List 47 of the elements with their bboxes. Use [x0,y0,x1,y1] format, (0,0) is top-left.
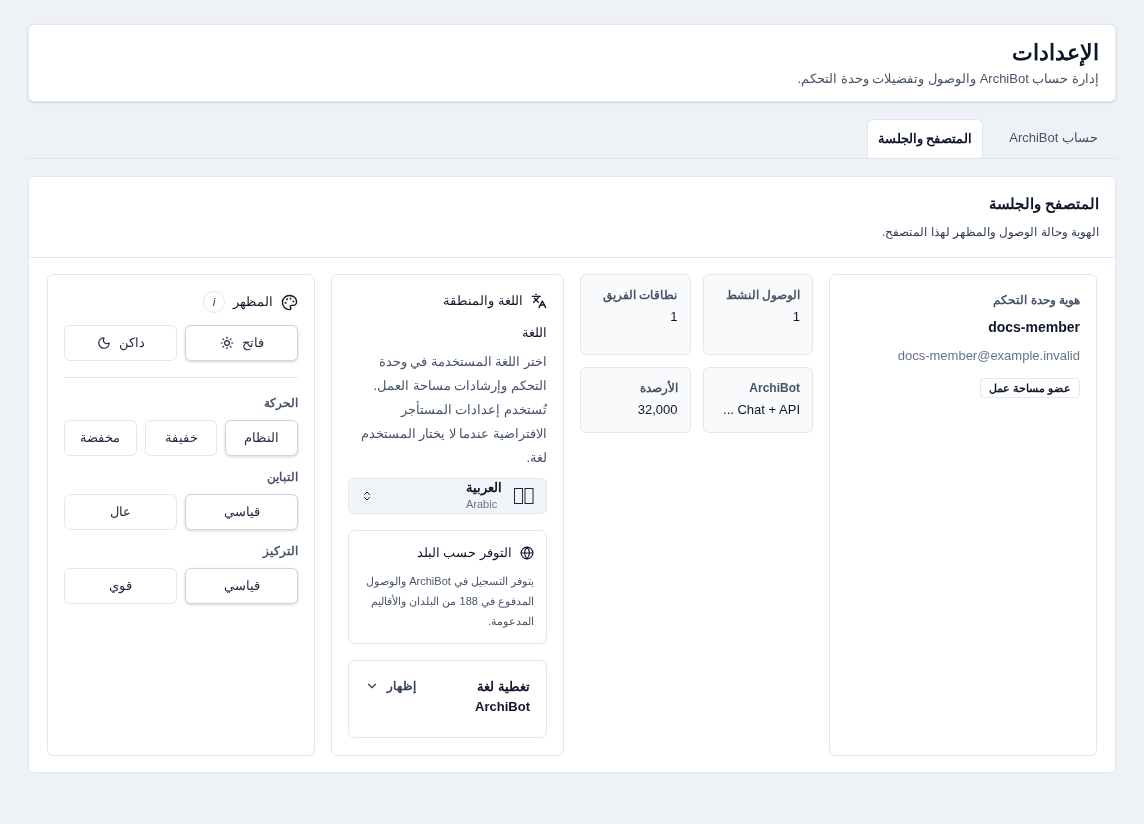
option-button[interactable]: فاتح [185,325,298,361]
group-label: التركيز [261,543,298,560]
stat-label: الأرصدة [638,380,678,396]
panel-title: المظهر [233,293,273,312]
stat-value: 1 [669,308,678,326]
option-button[interactable]: النظام [225,420,298,456]
user-name: docs-member [987,318,1080,337]
stat-value: 32,000 [636,401,678,419]
availability-title: التوفر حسب البلد [416,544,512,563]
option-button[interactable]: مخفضة [64,420,137,456]
select-subvalue: Arabic [466,497,498,512]
group-label: الحركة [263,395,298,412]
coverage-title: تغطية لغة ArchiBot [474,677,530,716]
role-badge: عضو مساحة عمل [979,377,1080,398]
option-button[interactable]: قياسي [185,494,298,530]
option-button[interactable]: داكن [64,325,177,361]
group-label: التباين [266,469,298,486]
stat-label: ArchiBot [748,380,800,396]
field-label: اللغة [521,323,547,342]
globe-icon [520,545,534,560]
translate-icon [531,292,547,309]
palette-icon [281,293,298,311]
page-subtitle: إدارة حساب ArchiBot والوصول وتفضيلات وحدة التحكم. [796,70,1099,89]
option-button[interactable]: قياسي [185,568,298,604]
stat-value: Chat + API ... [722,401,800,419]
flag-icon [514,488,534,504]
availability-text: يتوفر التسجيل في ArchiBot والوصول المدفوع في 188 من البلدان والأقاليم المدعومة. [365,573,534,630]
identity-heading: هوية وحدة التحكم [992,292,1080,309]
tab[interactable]: المتصفح والجلسة [866,118,984,158]
stat-value: 1 [791,308,800,326]
stat-label: نطاقات الفريق [602,287,678,303]
sun-icon [219,336,234,350]
option-button[interactable]: قوي [64,568,177,604]
show-toggle[interactable]: إظهار [365,676,416,695]
language-description: اختر اللغة المستخدمة في وحدة التحكم وإرشادات مساحة العمل. تُستخدم إعدادات المستأجر الافتراضية عندما لا يختار المستخدم لغة. [359,353,547,467]
option-button[interactable]: عال [64,494,177,530]
section-subtitle: الهوية وحالة الوصول والمظهر لهذا المتصفح. [881,224,1099,241]
section-title: المتصفح والجلسة [987,193,1099,215]
page-title: الإعدادات [1011,39,1099,68]
panel-title: اللغة والمنطقة [443,292,523,311]
updown-icon [361,490,373,502]
stat-label: الوصول النشط [724,287,800,303]
option-button[interactable]: خفيفة [144,420,218,456]
select-value: العربية [466,480,502,496]
user-email: docs-member@example.invalid [896,347,1080,365]
tab[interactable]: حساب ArchiBot [999,118,1108,158]
moon-icon [96,336,111,350]
